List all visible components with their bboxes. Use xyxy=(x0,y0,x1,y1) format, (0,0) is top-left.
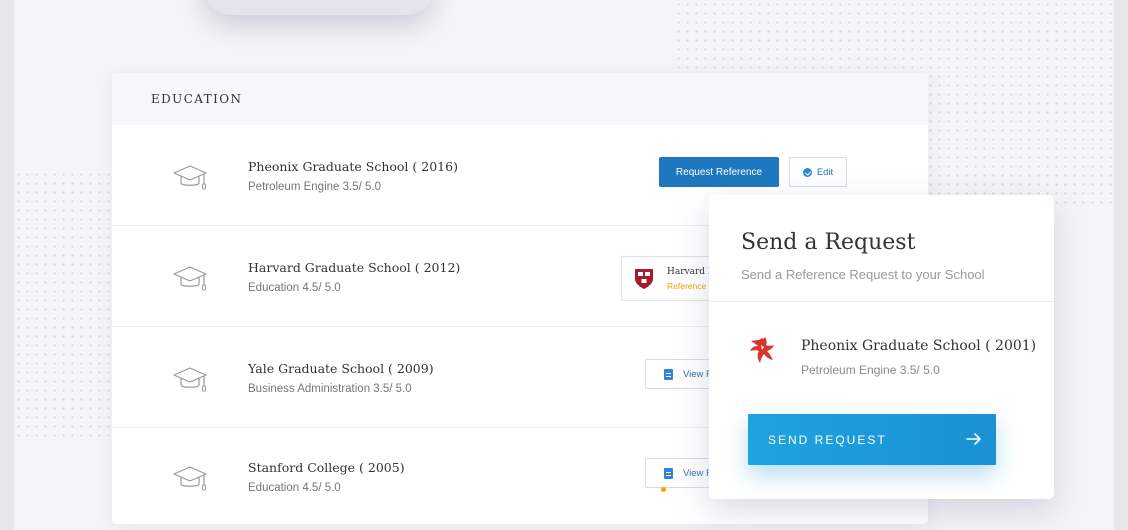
page-canvas: EDUCATION Pheonix Graduate School ( 2016… xyxy=(14,0,1114,530)
section-title: EDUCATION xyxy=(151,92,243,106)
page-frame-right xyxy=(1114,0,1128,530)
school-detail: Petroleum Engine 3.5/ 5.0 xyxy=(248,181,381,193)
school-name: Pheonix Graduate School ( 2016) xyxy=(248,159,458,174)
school-name: Harvard Graduate School ( 2012) xyxy=(248,260,461,275)
request-reference-button[interactable]: Request Reference xyxy=(659,157,779,187)
check-circle-icon xyxy=(802,167,812,177)
graduation-cap-icon xyxy=(173,367,207,392)
panel-subtitle: Send a Reference Request to your School xyxy=(741,267,985,282)
graduation-cap-icon xyxy=(173,165,207,190)
school-name: Stanford College ( 2005) xyxy=(248,460,405,475)
selected-school-name: Pheonix Graduate School ( 2001) xyxy=(801,338,1037,354)
school-detail: Business Administration 3.5/ 5.0 xyxy=(248,383,412,395)
dot-pattern xyxy=(14,170,114,440)
send-request-label: SEND REQUEST xyxy=(768,433,887,447)
school-detail: Education 4.5/ 5.0 xyxy=(248,482,341,494)
decorative-shape xyxy=(204,0,434,15)
selected-school-detail: Petroleum Engine 3.5/ 5.0 xyxy=(801,363,940,377)
divider xyxy=(709,301,1054,302)
phoenix-bird-icon xyxy=(750,337,774,363)
school-detail: Education 4.5/ 5.0 xyxy=(248,282,341,294)
pending-indicator xyxy=(661,487,666,492)
send-request-panel: Send a Request Send a Reference Request … xyxy=(709,195,1054,499)
panel-title: Send a Request xyxy=(741,230,916,255)
graduation-cap-icon xyxy=(173,466,207,491)
edit-label: Edit xyxy=(816,166,834,178)
arrow-right-icon xyxy=(966,433,981,445)
send-request-button[interactable]: SEND REQUEST xyxy=(748,414,996,465)
harvard-crest-icon xyxy=(635,269,653,289)
document-icon xyxy=(664,467,673,479)
card-header: EDUCATION xyxy=(112,73,928,125)
page-frame-left xyxy=(0,0,14,530)
edit-button[interactable]: Edit xyxy=(789,157,847,187)
document-icon xyxy=(664,368,673,380)
graduation-cap-icon xyxy=(173,266,207,291)
school-name: Yale Graduate School ( 2009) xyxy=(248,361,434,376)
